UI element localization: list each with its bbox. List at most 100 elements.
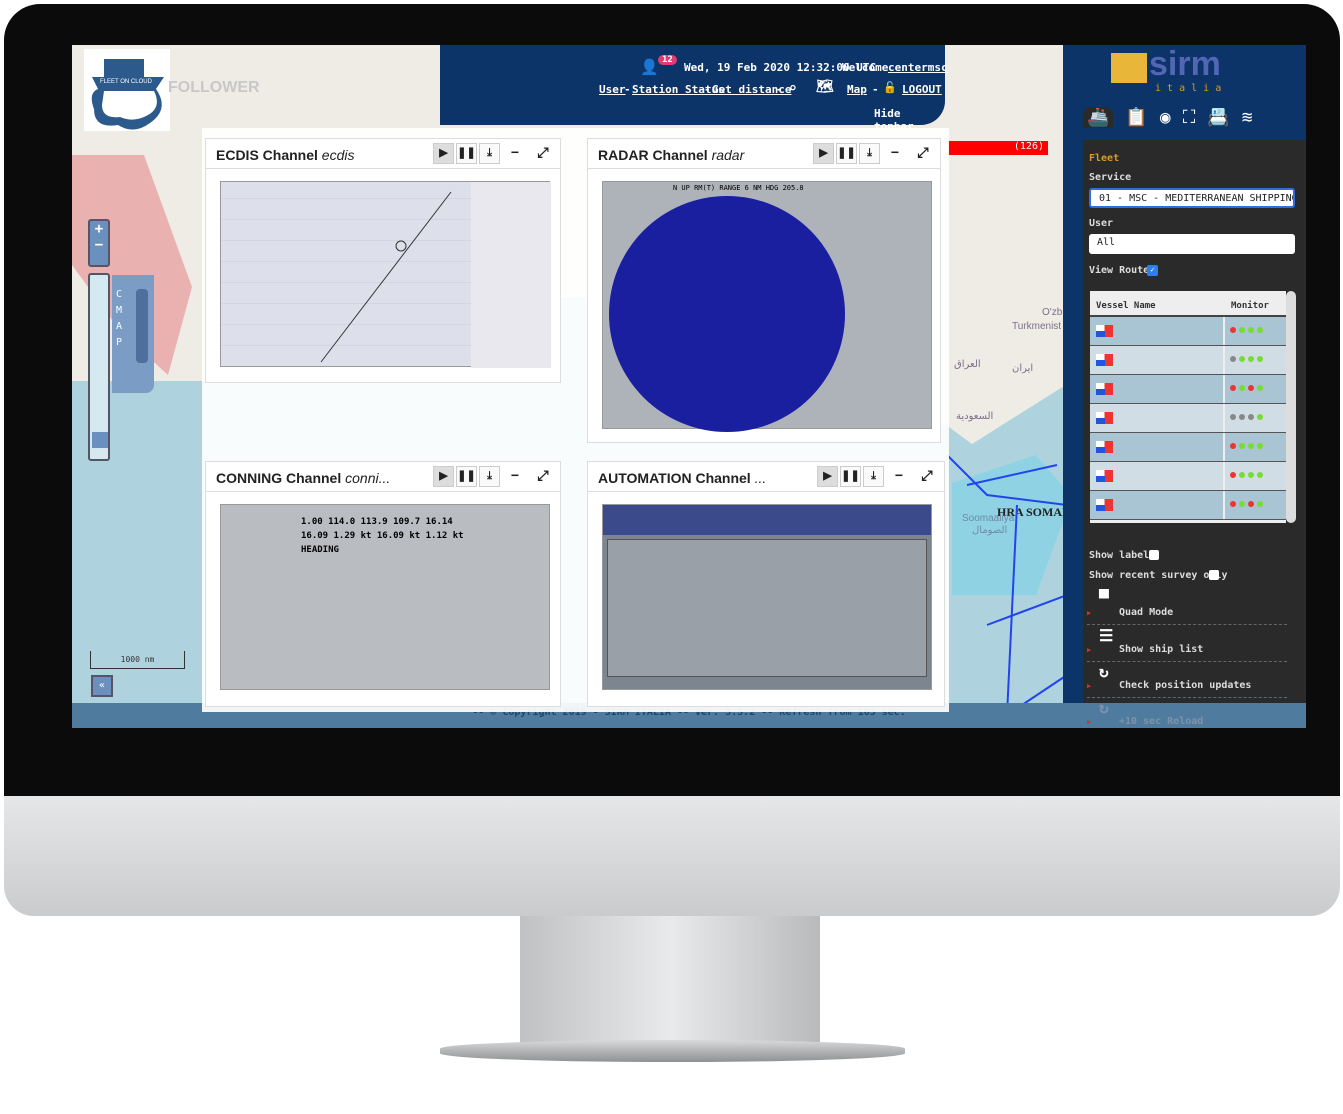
alert-count-bar[interactable]: (126)	[948, 141, 1048, 155]
user-messages-icon[interactable]: 👤	[640, 58, 659, 76]
quad-mode-icon: ▀	[1099, 589, 1109, 608]
show-recent-checkbox[interactable]	[1209, 570, 1219, 580]
vessel-row[interactable]	[1090, 346, 1286, 375]
tab-fleet-ship-icon[interactable]: 🚢	[1083, 107, 1114, 128]
unlock-icon: 🔓	[883, 81, 897, 94]
list-icon: ☰	[1099, 626, 1114, 645]
vessel-row[interactable]	[1090, 433, 1286, 462]
status-dot	[1257, 472, 1263, 478]
slider-handle[interactable]	[92, 432, 108, 448]
menu-quad-mode[interactable]: ▶ ▀ Quad Mode	[1087, 589, 1287, 625]
menu-check-position[interactable]: ▶ ↻ Check position updates	[1087, 662, 1287, 698]
logout-link[interactable]: LOGOUT	[902, 83, 942, 96]
menu-label: Check position updates	[1119, 680, 1252, 691]
layer-slider[interactable]	[88, 273, 110, 461]
minimize-button[interactable]: −	[502, 466, 528, 487]
zoom-out-button[interactable]: −	[90, 237, 108, 253]
pause-button[interactable]: ❚❚	[456, 143, 477, 164]
monitor-status	[1225, 491, 1268, 519]
download-button[interactable]: ⤓	[859, 143, 880, 164]
download-button[interactable]: ⤓	[479, 143, 500, 164]
menu-reload[interactable]: ▶ ↻ +10 sec Reload	[1087, 698, 1287, 728]
status-dot	[1239, 501, 1245, 507]
ecdis-route	[320, 182, 551, 368]
expand-button[interactable]: ⤢	[530, 466, 556, 487]
download-button[interactable]: ⤓	[863, 466, 884, 487]
play-button[interactable]: ▶	[433, 143, 454, 164]
radar-scope	[609, 196, 845, 432]
monitor-stand	[520, 916, 820, 1046]
menu-show-ship-list[interactable]: ▶ ☰ Show ship list	[1087, 626, 1287, 662]
tab-schedule-icon[interactable]: 📋	[1125, 107, 1147, 128]
view-route-checkbox[interactable]: ✓	[1147, 265, 1158, 276]
tab-layers-icon[interactable]: ≋	[1242, 107, 1253, 128]
pause-button[interactable]: ❚❚	[840, 466, 861, 487]
tab-map-icon[interactable]: ⛶	[1183, 107, 1196, 128]
pause-button[interactable]: ❚❚	[456, 466, 477, 487]
panama-flag-icon	[1096, 441, 1113, 453]
vessel-row[interactable]	[1090, 404, 1286, 433]
play-button[interactable]: ▶	[817, 466, 838, 487]
panama-flag-icon	[1096, 412, 1113, 424]
minimize-button[interactable]: −	[502, 143, 528, 164]
panel-header: AUTOMATION Channel ... ▶ ❚❚ ⤓ − ⤢	[588, 462, 944, 492]
minimize-button[interactable]: −	[882, 143, 908, 164]
panel-title: AUTOMATION Channel	[598, 470, 751, 486]
service-select[interactable]: 01 - MSC - MEDITERRANEAN SHIPPING C	[1089, 188, 1295, 208]
opacity-slider[interactable]	[136, 289, 148, 363]
status-dot	[1257, 443, 1263, 449]
vessel-row[interactable]	[1090, 462, 1286, 491]
station-status-link[interactable]: Station Status	[632, 83, 725, 96]
map-label: العراق	[954, 359, 981, 370]
conning-values: 1.00 114.0 113.9 109.7 16.14 16.09 1.29 …	[301, 517, 464, 555]
monitor-status	[1225, 375, 1268, 403]
show-labels-checkbox[interactable]	[1149, 550, 1159, 560]
cmap-panel[interactable]: CMAP	[112, 275, 154, 393]
sirm-sub: i t a l i a	[1155, 83, 1222, 94]
panel-title: RADAR Channel	[598, 147, 708, 163]
panama-flag-icon	[1096, 499, 1113, 511]
show-labels-label: Show labels	[1089, 550, 1156, 561]
map-pin-icon[interactable]: 🗺	[816, 79, 834, 95]
minimize-button[interactable]: −	[886, 466, 912, 487]
pause-button[interactable]: ❚❚	[836, 143, 857, 164]
expand-button[interactable]: ⤢	[910, 143, 936, 164]
user-link[interactable]: User	[599, 83, 626, 96]
collapse-button[interactable]: «	[91, 675, 113, 697]
channel-panel-ecdis: ECDIS Channel ecdis ▶ ❚❚ ⤓ − ⤢	[205, 138, 561, 383]
vessel-list-scrollbar[interactable]	[1286, 291, 1296, 523]
panel-header: RADAR Channel radar ▶ ❚❚ ⤓ − ⤢	[588, 139, 940, 169]
download-button[interactable]: ⤓	[479, 466, 500, 487]
tab-location-pin-icon[interactable]: ◉	[1160, 107, 1171, 128]
status-dot	[1239, 443, 1245, 449]
zoom-in-button[interactable]: +	[90, 221, 108, 237]
status-dot	[1230, 472, 1236, 478]
vessel-row[interactable]	[1090, 375, 1286, 404]
panel-title: CONNING Channel	[216, 470, 342, 486]
map-link[interactable]: Map	[847, 83, 867, 96]
status-dot	[1248, 356, 1254, 362]
expand-button[interactable]: ⤢	[914, 466, 940, 487]
username-link[interactable]: centermsc	[888, 61, 948, 74]
automation-toolbar	[603, 505, 931, 535]
channel-screenshot[interactable]: 1.00 114.0 113.9 109.7 16.14 16.09 1.29 …	[220, 504, 550, 690]
topbar: 👤 12 Wed, 19 Feb 2020 12:32:00 UTC Welco…	[440, 45, 948, 133]
channel-screenshot[interactable]: N UP RM(T) RANGE 6 NM HDG 205.8	[602, 181, 932, 432]
tab-contacts-icon[interactable]: 📇	[1207, 107, 1229, 128]
monitor-status	[1225, 346, 1268, 374]
expand-button[interactable]: ⤢	[530, 143, 556, 164]
channel-screenshot[interactable]	[220, 181, 551, 368]
status-dot	[1239, 472, 1245, 478]
user-select[interactable]: All	[1089, 234, 1295, 254]
vessel-row[interactable]	[1090, 491, 1286, 520]
service-label: Service	[1089, 172, 1132, 183]
search-icon[interactable]: ⌕	[788, 79, 797, 97]
sidebar-tabs: 🚢 📋 ◉ ⛶ 📇 ≋	[1083, 107, 1253, 128]
play-button[interactable]: ▶	[433, 466, 454, 487]
play-button[interactable]: ▶	[813, 143, 834, 164]
channel-screenshot[interactable]	[602, 504, 932, 690]
monitor-status	[1225, 433, 1268, 461]
status-dot	[1239, 385, 1245, 391]
vessel-row[interactable]	[1090, 317, 1286, 346]
view-route-label: View Route	[1089, 265, 1150, 276]
